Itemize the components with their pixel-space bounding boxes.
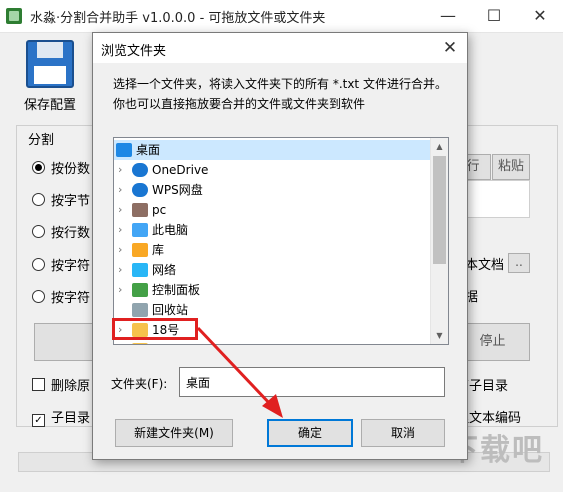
tree-item-label: FSC... [152, 340, 186, 344]
radio-label: 按份数 [51, 162, 91, 177]
minimize-button[interactable]: — [425, 0, 471, 32]
radio-by-bytes[interactable]: 按字节 [32, 190, 90, 209]
red-highlight-box [112, 318, 198, 340]
tree-item-label: 网络 [152, 263, 177, 277]
scroll-down-arrow[interactable]: ▼ [431, 327, 448, 344]
cancel-button[interactable]: 取消 [361, 419, 445, 447]
folder-tree[interactable]: 桌面 › OneDrive › WPS网盘 › pc › 此电脑 › 库 › 网络 › 控制面板 回收站 › 18… [113, 137, 449, 345]
chevron-right-icon[interactable]: › [118, 340, 128, 344]
text-doc-label: 本文档 [465, 258, 505, 273]
control-panel-icon [132, 283, 148, 297]
radio-by-parts[interactable]: 按份数 [32, 158, 90, 177]
tree-item[interactable]: › OneDrive [114, 160, 430, 180]
start-button[interactable] [34, 323, 96, 361]
split-group-label: 分割 [26, 129, 57, 148]
folder-field-label: 文件夹(F): [111, 377, 168, 391]
radio-label: 按字节 [51, 194, 91, 209]
checkbox-box: ✓ [32, 414, 45, 427]
tree-scrollbar[interactable]: ▲ ▼ [430, 138, 448, 344]
radio-dot [32, 258, 45, 271]
chevron-right-icon[interactable]: › [118, 280, 128, 300]
tree-item[interactable]: › 网络 [114, 260, 430, 280]
radio-dot [32, 193, 45, 206]
radio-label: 按字符 [51, 291, 91, 306]
tree-item[interactable]: › FSC... [114, 340, 430, 344]
radio-by-char-1[interactable]: 按字符 [32, 255, 90, 274]
tree-item-label: 库 [152, 243, 165, 257]
tree-item-label: 回收站 [152, 303, 189, 317]
tree-item-label: 此电脑 [152, 223, 189, 237]
main-close-button[interactable]: ✕ [517, 0, 563, 32]
radio-dot [32, 290, 45, 303]
dialog-description-line1: 选择一个文件夹，将读入文件夹下的所有 *.txt 文件进行合并。 [113, 77, 447, 91]
checkbox-label: 子目录 [51, 411, 91, 426]
chevron-right-icon[interactable]: › [118, 260, 128, 280]
radio-label: 按行数 [51, 226, 91, 241]
cloud-icon [132, 183, 148, 197]
radio-by-char-2[interactable]: 按字符 [32, 287, 90, 306]
tree-item[interactable]: 桌面 [114, 140, 430, 160]
dialog-close-button[interactable]: ✕ [433, 33, 467, 63]
tree-item-label: 桌面 [136, 143, 161, 157]
library-icon [132, 243, 148, 257]
chevron-right-icon[interactable]: › [118, 180, 128, 200]
folder-icon [132, 343, 148, 344]
radio-label: 按字符 [51, 259, 91, 274]
radio-dot [32, 161, 45, 174]
tree-item-label: OneDrive [152, 163, 209, 177]
tree-item[interactable]: › 此电脑 [114, 220, 430, 240]
checkbox-label: 删除原 [51, 379, 91, 394]
checkbox-box [32, 378, 45, 391]
paste-button[interactable]: 粘贴 [492, 154, 530, 180]
browse-folder-dialog: 浏览文件夹 ✕ 选择一个文件夹，将读入文件夹下的所有 *.txt 文件进行合并。… [92, 32, 468, 460]
tree-item-label: pc [152, 203, 167, 217]
scroll-up-arrow[interactable]: ▲ [431, 138, 448, 155]
tree-item-label: 控制面板 [152, 283, 201, 297]
network-icon [132, 263, 148, 277]
radio-by-lines[interactable]: 按行数 [32, 222, 90, 241]
checkbox-subdir[interactable]: ✓ 子目录 [32, 407, 90, 427]
tree-item[interactable]: › WPS网盘 [114, 180, 430, 200]
user-icon [132, 203, 148, 217]
chevron-right-icon[interactable]: › [118, 240, 128, 260]
save-icon-label [34, 66, 66, 84]
chevron-right-icon[interactable]: › [118, 220, 128, 240]
cloud-icon [132, 163, 148, 177]
tree-item[interactable]: › pc [114, 200, 430, 220]
dialog-title: 浏览文件夹 [101, 44, 167, 59]
new-folder-button[interactable]: 新建文件夹(M) [115, 419, 233, 447]
app-icon [6, 8, 22, 24]
main-window-title: 水淼·分割合并助手 v1.0.0.0 - 可拖放文件或文件夹 [30, 11, 326, 26]
ok-button[interactable]: 确定 [267, 419, 353, 447]
tree-item[interactable]: › 库 [114, 240, 430, 260]
recycle-bin-icon [132, 303, 148, 317]
chevron-right-icon[interactable]: › [118, 160, 128, 180]
browse-file-button[interactable]: .. [508, 253, 530, 273]
folder-input[interactable] [179, 367, 445, 397]
desktop-icon [116, 143, 132, 157]
save-icon-shutter [37, 42, 63, 58]
checkbox-delete-original[interactable]: 删除原 [32, 375, 90, 394]
chevron-right-icon[interactable]: › [118, 200, 128, 220]
save-config-label[interactable]: 保存配置 [24, 94, 76, 113]
computer-icon [132, 223, 148, 237]
dialog-description-line2: 你也可以直接拖放要合并的文件或文件夹到软件 [113, 97, 366, 111]
radio-dot [32, 225, 45, 238]
tree-item[interactable]: 回收站 [114, 300, 430, 320]
scroll-thumb[interactable] [433, 156, 446, 264]
save-config-icon[interactable] [26, 40, 74, 88]
tree-item-label: WPS网盘 [152, 183, 203, 197]
tree-item[interactable]: › 控制面板 [114, 280, 430, 300]
maximize-button[interactable]: ☐ [471, 0, 517, 32]
